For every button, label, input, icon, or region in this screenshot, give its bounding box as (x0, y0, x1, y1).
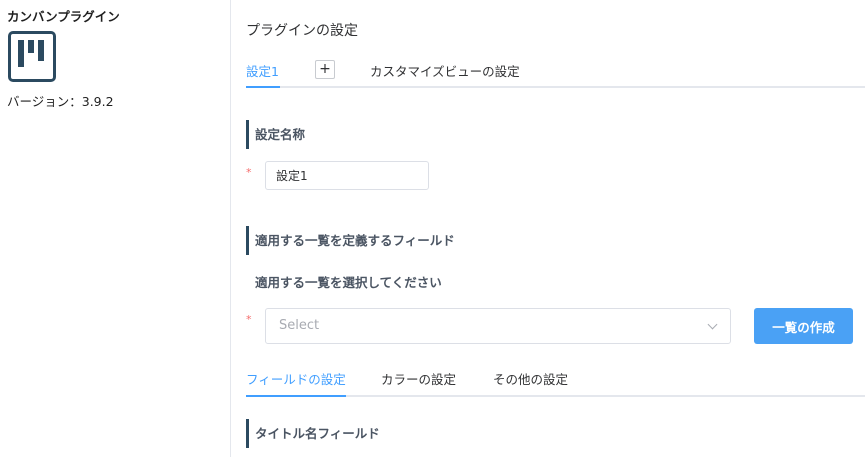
tab-setting-1[interactable]: 設定1 (246, 61, 279, 80)
page-title: プラグインの設定 (246, 23, 358, 39)
kanban-logo-icon (8, 31, 56, 82)
active-tab-indicator (246, 395, 346, 397)
create-list-button[interactable]: 一覧の作成 (754, 308, 853, 344)
main-panel: プラグインの設定 設定1 + カスタマイズビューの設定 設定名称 * 適用する一… (246, 0, 865, 457)
required-mark: * (246, 313, 252, 326)
title-field-heading: タイトル名フィールド (246, 419, 380, 448)
settings-tabs: 設定1 + カスタマイズビューの設定 (246, 55, 865, 88)
plugin-name: カンバンプラグイン (7, 9, 120, 24)
tab-field-settings[interactable]: フィールドの設定 (246, 369, 346, 388)
select-list-label: 適用する一覧を選択してください (255, 275, 442, 290)
tab-customize-view[interactable]: カスタマイズビューの設定 (370, 61, 520, 80)
setting-name-input[interactable] (265, 161, 429, 190)
chevron-down-icon (707, 319, 718, 330)
sidebar: カンバンプラグイン バージョン：3.9.2 (0, 0, 231, 457)
plugin-version: バージョン：3.9.2 (7, 94, 114, 109)
select-placeholder: Select (279, 318, 320, 333)
tab-other-settings[interactable]: その他の設定 (493, 369, 568, 388)
setting-name-heading: 設定名称 (246, 120, 305, 149)
list-select[interactable]: Select (265, 308, 731, 344)
required-mark: * (246, 166, 252, 179)
add-setting-button[interactable]: + (315, 60, 335, 79)
list-field-heading: 適用する一覧を定義するフィールド (246, 226, 455, 255)
field-settings-tabs: フィールドの設定 カラーの設定 その他の設定 (246, 363, 865, 397)
tab-color-settings[interactable]: カラーの設定 (381, 369, 456, 388)
active-tab-indicator (246, 86, 280, 88)
